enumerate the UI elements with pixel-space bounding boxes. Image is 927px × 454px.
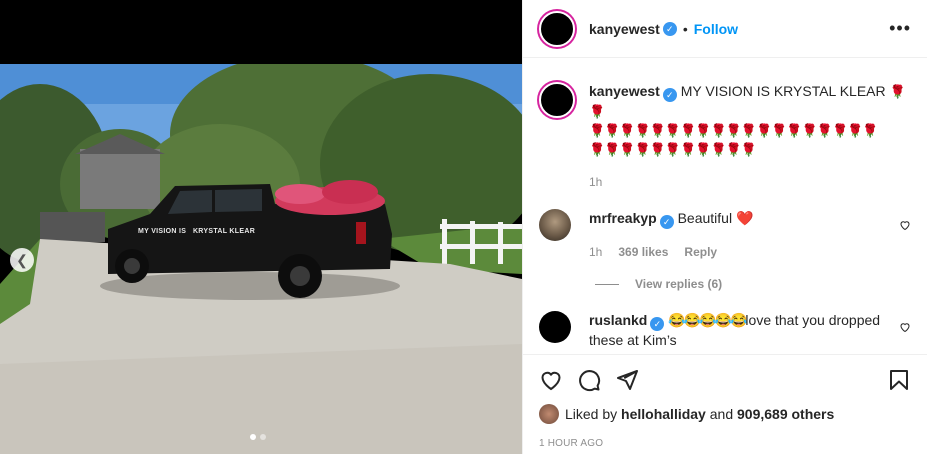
comment-username[interactable]: ruslankd xyxy=(589,312,647,328)
caption-roses-2: 🌹🌹🌹🌹🌹🌹🌹🌹🌹🌹🌹🌹🌹🌹🌹🌹🌹🌹🌹 xyxy=(589,123,879,138)
author-avatar[interactable] xyxy=(539,10,575,47)
replies-divider xyxy=(595,283,619,285)
truck-decal-text: MY VISION IS KRYSTAL KLEAR xyxy=(138,228,256,235)
likes-prefix: Liked by xyxy=(565,406,618,422)
heart-icon[interactable] xyxy=(899,219,911,234)
comment-username[interactable]: mrfreakyp xyxy=(589,210,657,226)
action-bar xyxy=(523,354,927,404)
bookmark-icon[interactable] xyxy=(887,368,911,392)
view-replies-label: View replies (6) xyxy=(635,277,723,291)
comment: ruslankd ✓ 😂😂😂😂😂love that you dropped the… xyxy=(539,311,911,349)
caption-meta: 1h xyxy=(589,173,911,191)
separator-dot: • xyxy=(682,20,688,37)
caption: kanyewest ✓ MY VISION IS KRYSTAL KLEAR 🌹🌹… xyxy=(539,82,911,191)
comment-icon[interactable] xyxy=(577,368,601,392)
share-icon[interactable] xyxy=(615,368,639,392)
likes-summary: Liked by hellohalliday and 909,689 other… xyxy=(539,404,911,424)
carousel-dot xyxy=(260,434,266,440)
comment: mrfreakyp ✓ Beautiful ❤️ 1h 369 likes Rep… xyxy=(539,209,911,261)
verified-badge-icon: ✓ xyxy=(662,88,677,102)
author-username[interactable]: kanyewest xyxy=(589,21,660,37)
comment-time: 1h xyxy=(589,245,603,259)
commenter-avatar[interactable] xyxy=(539,311,571,343)
verified-badge-icon: ✓ xyxy=(650,317,665,331)
post-timestamp[interactable]: 1 HOUR AGO xyxy=(539,438,603,449)
more-options-icon[interactable]: ••• xyxy=(889,18,911,39)
caption-roses-3: 🌹🌹🌹🌹🌹🌹🌹🌹🌹🌹🌹 xyxy=(589,142,757,157)
liker-username[interactable]: hellohalliday xyxy=(621,406,706,422)
comment-meta: 1h 369 likes Reply xyxy=(589,243,911,261)
post-media: MY VISION IS KRYSTAL KLEAR ❮ xyxy=(0,0,522,454)
verified-badge-icon: ✓ xyxy=(662,21,677,36)
verified-badge-icon: ✓ xyxy=(659,215,674,229)
likes-mid: and xyxy=(709,406,734,422)
follow-button[interactable]: Follow xyxy=(694,21,738,37)
previous-photo-button[interactable]: ❮ xyxy=(10,248,34,272)
carousel-dot xyxy=(250,434,256,440)
comment-text: Beautiful xyxy=(677,210,733,226)
post-photo[interactable]: MY VISION IS KRYSTAL KLEAR xyxy=(0,64,522,454)
comment-likes[interactable]: 369 likes xyxy=(618,243,668,261)
laughing-emojis: 😂😂😂😂😂 xyxy=(668,312,747,328)
caption-time: 1h xyxy=(589,175,603,189)
heart-icon[interactable] xyxy=(539,368,563,392)
comments-section: kanyewest ✓ MY VISION IS KRYSTAL KLEAR 🌹🌹… xyxy=(523,58,927,354)
red-heart-emoji: ❤️ xyxy=(735,210,754,226)
caption-username[interactable]: kanyewest xyxy=(589,83,660,99)
chevron-left-icon: ❮ xyxy=(16,251,28,268)
post-details-panel: kanyewest ✓ • Follow ••• kanyewest ✓ MY V… xyxy=(522,0,927,454)
liker-avatar[interactable] xyxy=(539,404,559,424)
caption-avatar[interactable] xyxy=(539,82,575,118)
post-header: kanyewest ✓ • Follow ••• xyxy=(523,0,927,58)
caption-text: MY VISION IS KRYSTAL KLEAR xyxy=(680,83,886,99)
heart-icon[interactable] xyxy=(899,321,911,336)
likes-count[interactable]: 909,689 others xyxy=(737,406,834,422)
view-replies-button[interactable]: View replies (6) xyxy=(595,277,911,291)
reply-button[interactable]: Reply xyxy=(684,243,717,261)
commenter-avatar[interactable] xyxy=(539,209,571,241)
carousel-indicator xyxy=(250,434,266,440)
